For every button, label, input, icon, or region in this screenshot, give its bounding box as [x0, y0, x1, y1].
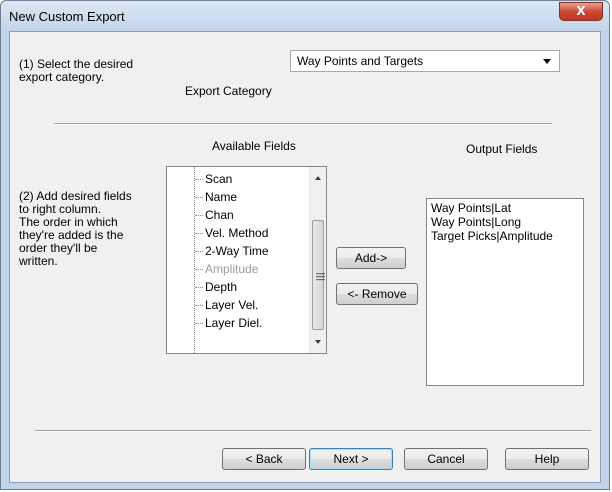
window-title: New Custom Export [9, 9, 125, 24]
close-button[interactable]: X [559, 2, 603, 21]
available-field-item-disabled[interactable]: Amplitude [194, 260, 258, 278]
tree-connector [194, 167, 195, 353]
available-field-item[interactable]: Chan [195, 206, 234, 224]
available-field-item[interactable]: Layer Vel. [194, 296, 258, 314]
output-field-item[interactable]: Target Picks|Amplitude [431, 229, 553, 243]
add-field-button[interactable]: Add-> [336, 247, 406, 269]
next-button[interactable]: Next > [309, 448, 393, 470]
available-field-item[interactable]: Scan [194, 170, 232, 188]
step1-instruction: (1) Select the desired export category. [19, 57, 134, 84]
grip-icon: — — — [316, 268, 325, 284]
section-divider [54, 123, 552, 125]
output-field-item[interactable]: Way Points|Lat [431, 201, 511, 215]
available-field-item[interactable]: Vel. Method [194, 224, 268, 242]
dialog-content: (1) Select the desired export category. … [9, 31, 601, 483]
dialog-window: New Custom Export X (1) Select the desir… [0, 0, 610, 490]
available-fields-label: Available Fields [212, 139, 296, 153]
remove-field-button[interactable]: <- Remove [336, 283, 418, 305]
step2-instruction: (2) Add desired fields to right column. … [19, 189, 132, 268]
title-bar[interactable]: New Custom Export X [1, 1, 609, 31]
available-field-item[interactable]: Depth [194, 278, 237, 296]
scroll-down-icon[interactable] [315, 340, 321, 344]
export-category-label: Export Category [185, 84, 272, 98]
output-field-item[interactable]: Way Points|Long [431, 215, 521, 229]
cancel-button[interactable]: Cancel [404, 448, 488, 470]
output-fields-label: Output Fields [466, 142, 538, 156]
available-field-item[interactable]: 2-Way Time [195, 242, 269, 260]
chevron-down-icon [543, 59, 551, 64]
scrollbar-thumb[interactable]: — — — [312, 220, 325, 330]
available-field-item[interactable]: Name [194, 188, 237, 206]
available-fields-scrollbar[interactable]: — — — [309, 167, 326, 353]
back-button[interactable]: < Back [222, 448, 306, 470]
footer-divider [35, 430, 591, 432]
export-category-select[interactable]: Way Points and Targets [290, 50, 560, 72]
output-fields-list[interactable]: Way Points|Lat Way Points|Long Target Pi… [426, 198, 584, 386]
scroll-up-icon[interactable] [315, 176, 321, 180]
available-fields-list[interactable]: Scan Name Chan Vel. Method 2-Way Time Am… [166, 166, 327, 354]
available-field-item[interactable]: Layer Diel. [194, 314, 262, 332]
help-button[interactable]: Help [505, 448, 589, 470]
export-category-value: Way Points and Targets [297, 54, 424, 68]
